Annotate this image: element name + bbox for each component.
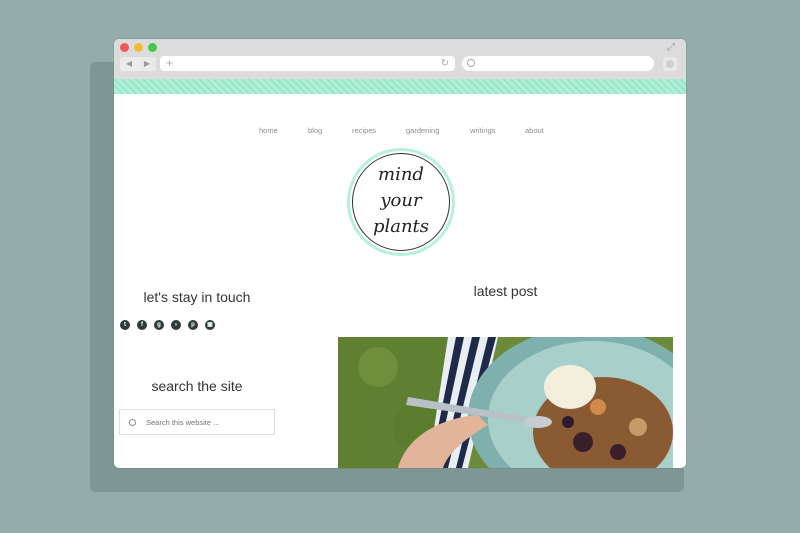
facebook-icon[interactable]: f xyxy=(137,320,147,330)
pinterest-icon[interactable]: p xyxy=(188,320,198,330)
latest-post-heading: latest post xyxy=(473,283,538,299)
back-icon[interactable]: ◀ xyxy=(120,57,138,71)
nav-about[interactable]: about xyxy=(525,126,544,136)
nav-writings[interactable]: writings xyxy=(470,126,495,136)
nav-gardening[interactable]: gardening xyxy=(406,126,439,136)
logo-line-3: plants xyxy=(372,216,430,237)
address-bar[interactable]: + ↻ xyxy=(160,56,455,71)
site-logo[interactable]: mind your plants xyxy=(347,148,455,256)
browser-window: ⤢ ◀ ▶ + ↻ home blog recipes gardening wr… xyxy=(114,39,686,468)
site-nav: home blog recipes gardening writings abo… xyxy=(114,126,686,138)
twitter-icon[interactable]: t xyxy=(120,320,130,330)
extension-button[interactable] xyxy=(663,57,677,71)
search-heading: search the site xyxy=(151,378,243,394)
nav-blog[interactable]: blog xyxy=(308,126,322,136)
rss-icon[interactable]: ◗ xyxy=(171,320,181,330)
latest-post-image[interactable] xyxy=(338,337,673,468)
history-nav: ◀ ▶ xyxy=(120,57,156,71)
fullscreen-icon[interactable]: ⤢ xyxy=(667,43,679,53)
logo-line-2: your xyxy=(380,190,422,211)
site-search-input[interactable] xyxy=(146,415,266,429)
close-window-button[interactable] xyxy=(120,43,129,52)
forward-icon[interactable]: ▶ xyxy=(138,57,156,71)
instagram-icon[interactable]: ▣ xyxy=(205,320,215,330)
maximize-window-button[interactable] xyxy=(148,43,157,52)
header-pattern-banner xyxy=(114,79,686,94)
google-plus-icon[interactable]: g xyxy=(154,320,164,330)
food-photo xyxy=(338,337,673,468)
stay-in-touch-heading: let's stay in touch xyxy=(143,289,251,305)
new-tab-icon[interactable]: + xyxy=(166,56,173,71)
nav-recipes[interactable]: recipes xyxy=(352,126,376,136)
reload-icon[interactable]: ↻ xyxy=(441,56,449,71)
site-search-box[interactable] xyxy=(119,409,275,435)
logo-line-1: mind xyxy=(378,164,424,185)
search-icon xyxy=(467,59,475,67)
search-icon xyxy=(129,419,136,426)
browser-chrome: ⤢ ◀ ▶ + ↻ xyxy=(114,39,686,79)
browser-search-bar[interactable] xyxy=(462,56,654,71)
minimize-window-button[interactable] xyxy=(134,43,143,52)
nav-home[interactable]: home xyxy=(259,126,278,136)
